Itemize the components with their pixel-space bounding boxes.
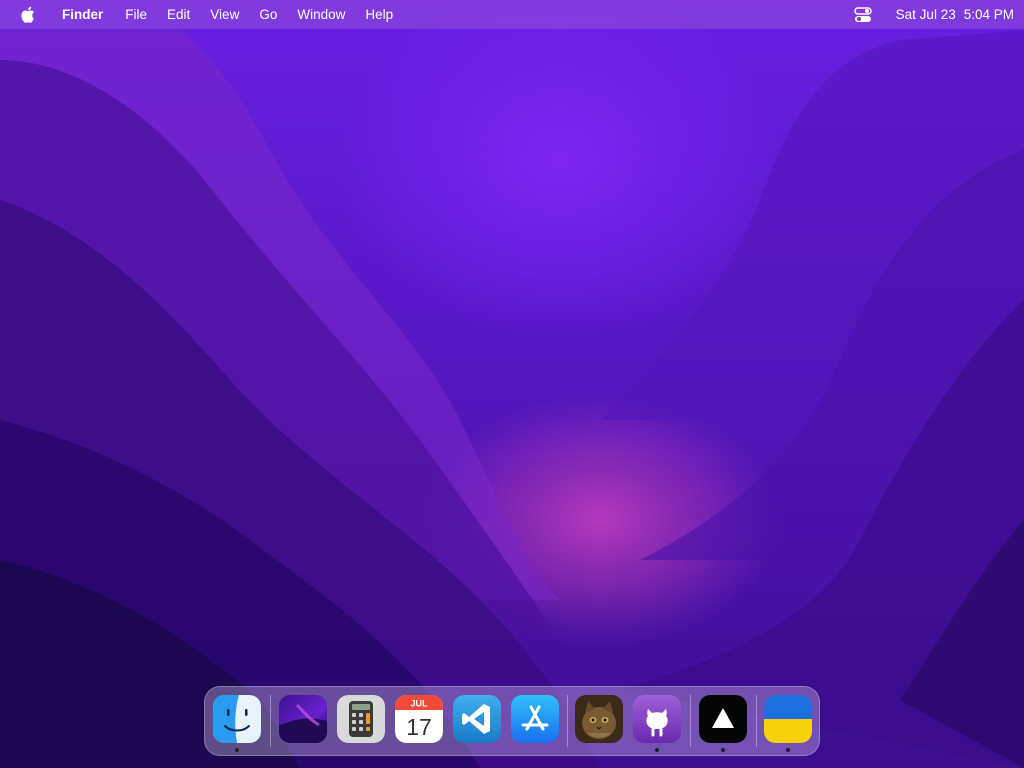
desktop-wallpaper — [0, 0, 1024, 768]
menu-edit[interactable]: Edit — [167, 7, 190, 22]
dock-item-calculator[interactable] — [337, 695, 385, 743]
calendar-icon: JUL 17 — [395, 695, 443, 743]
dock: JUL 17 — [204, 686, 820, 756]
monterey-wallpaper-icon — [279, 695, 327, 743]
menu-window[interactable]: Window — [297, 7, 345, 22]
menu-bar-clock[interactable]: Sat Jul 23 5:04 PM — [888, 7, 1014, 22]
dock-item-github[interactable] — [633, 695, 681, 743]
dock-item-finder[interactable] — [213, 695, 261, 743]
menu-go[interactable]: Go — [259, 7, 277, 22]
menu-bar: Finder File Edit View Go Window Help Sat… — [0, 0, 1024, 29]
control-center-icon[interactable] — [853, 6, 872, 23]
cat-photo-icon — [575, 695, 623, 743]
dock-item-triangle-app[interactable] — [699, 695, 747, 743]
running-indicator — [721, 748, 725, 752]
clock-date: Sat Jul 23 — [895, 7, 956, 22]
finder-icon — [213, 695, 261, 743]
wallpaper-layers — [0, 30, 1024, 768]
running-indicator — [786, 748, 790, 752]
dock-item-vscode[interactable] — [453, 695, 501, 743]
vscode-icon — [453, 695, 501, 743]
running-indicator — [655, 748, 659, 752]
menu-view[interactable]: View — [210, 7, 239, 22]
dock-separator — [756, 695, 757, 747]
clock-time: 5:04 PM — [963, 7, 1014, 22]
dock-separator — [270, 695, 271, 747]
ukraine-flag-icon — [764, 695, 812, 743]
dock-separator — [690, 695, 691, 747]
dock-item-cat-photo[interactable] — [575, 695, 623, 743]
calendar-month: JUL — [410, 699, 428, 709]
triangle-app-icon — [699, 695, 747, 743]
menu-help[interactable]: Help — [365, 7, 393, 22]
menu-bar-left: Finder File Edit View Go Window Help — [20, 6, 413, 24]
running-indicator — [235, 748, 239, 752]
dock-item-ukraine-flag[interactable] — [764, 695, 812, 743]
apple-logo-icon[interactable] — [20, 6, 36, 24]
menu-bar-right: Sat Jul 23 5:04 PM — [853, 6, 1014, 23]
menu-app-name[interactable]: Finder — [62, 7, 103, 22]
dock-separator — [567, 695, 568, 747]
menu-file[interactable]: File — [125, 7, 147, 22]
calendar-day: 17 — [406, 714, 432, 740]
dock-item-app-store[interactable] — [511, 695, 559, 743]
calculator-icon — [337, 695, 385, 743]
dock-item-wallpaper[interactable] — [279, 695, 327, 743]
app-store-icon — [511, 695, 559, 743]
dock-item-calendar[interactable]: JUL 17 — [395, 695, 443, 743]
github-icon — [633, 695, 681, 743]
